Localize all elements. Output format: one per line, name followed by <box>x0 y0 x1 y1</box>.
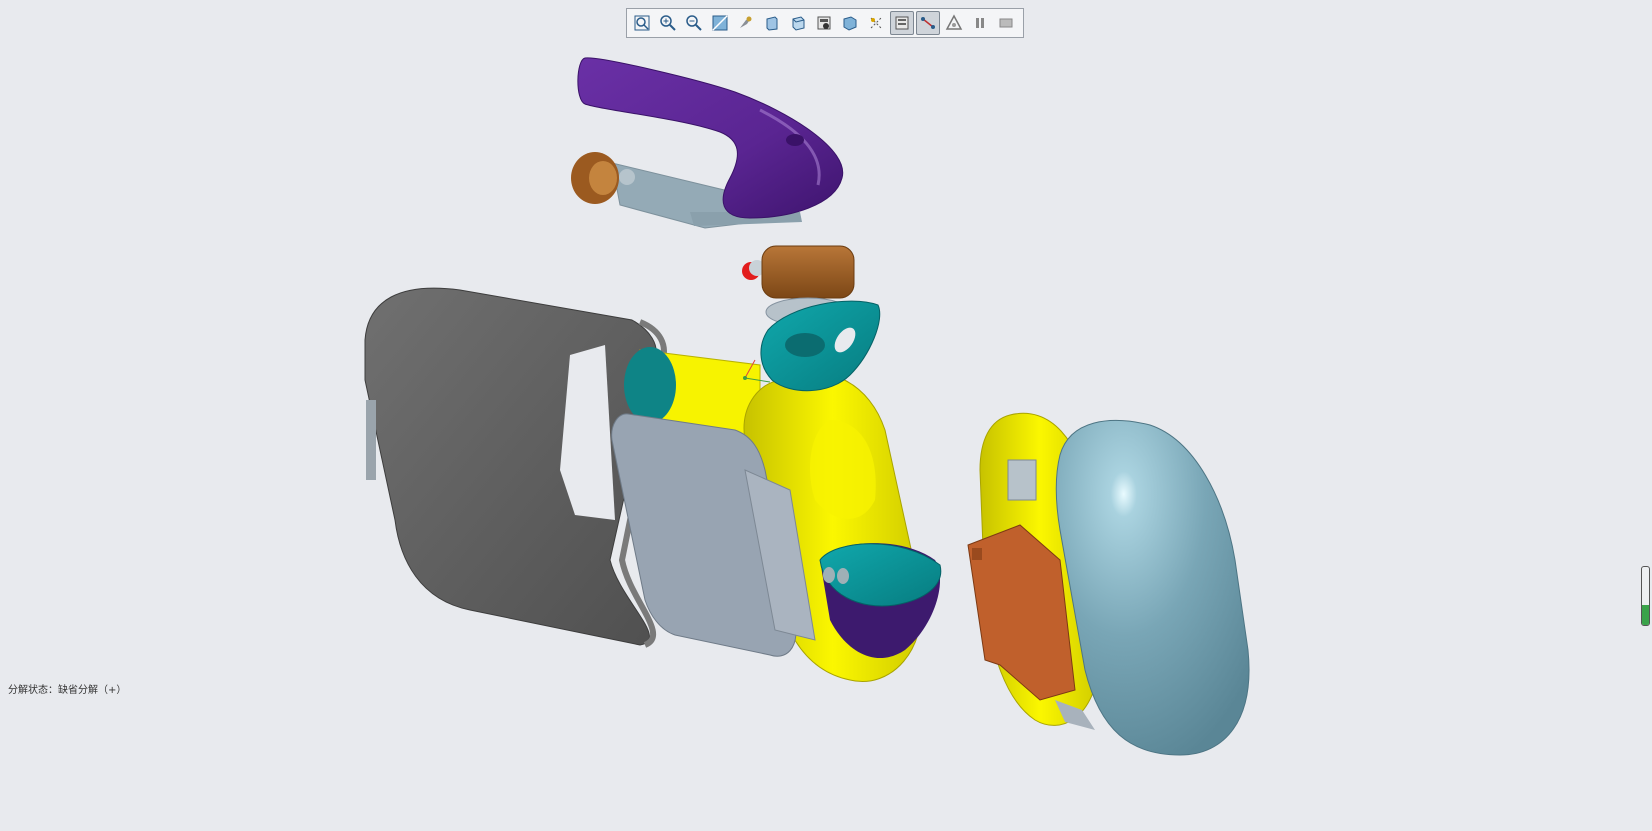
side-level-indicator[interactable] <box>1641 566 1650 626</box>
view-manager-icon <box>817 16 831 30</box>
view-toolbar <box>626 8 1024 38</box>
zoom-out-icon <box>686 15 702 31</box>
view-normal-icon <box>712 15 728 31</box>
saved-views-icon <box>766 16 778 31</box>
zoom-in-icon <box>660 15 676 31</box>
perspective-view-button[interactable] <box>838 11 862 35</box>
pause-button[interactable] <box>968 11 992 35</box>
zoom-to-fit-icon <box>634 15 650 31</box>
part-handle-assembly[interactable] <box>571 57 844 229</box>
zoom-out-button[interactable] <box>682 11 706 35</box>
pause-icon <box>976 18 984 28</box>
explode-state-label: 分解状态：缺省分解（+） <box>8 685 127 696</box>
display-style-button[interactable] <box>786 11 810 35</box>
explode-view-button[interactable] <box>890 11 914 35</box>
view-normal-button[interactable] <box>708 11 732 35</box>
display-style-icon <box>792 16 805 31</box>
annotation-display-icon <box>945 14 963 30</box>
explode-lines-icon <box>921 17 935 29</box>
datum-display-icon <box>870 17 882 29</box>
saved-views-button[interactable] <box>760 11 784 35</box>
view-manager-button[interactable] <box>812 11 836 35</box>
repaint-icon <box>999 18 1013 28</box>
repaint-button[interactable] <box>994 11 1018 35</box>
explode-lines-button[interactable] <box>916 11 940 35</box>
side-level-fill <box>1642 604 1649 625</box>
explode-view-icon <box>895 16 909 30</box>
annotation-display-button[interactable] <box>942 11 966 35</box>
reorient-button[interactable] <box>734 11 758 35</box>
reorient-icon <box>740 16 752 28</box>
zoom-to-fit-button[interactable] <box>630 11 654 35</box>
zoom-in-button[interactable] <box>656 11 680 35</box>
datum-display-button[interactable] <box>864 11 888 35</box>
model-viewport[interactable] <box>0 0 1652 831</box>
perspective-view-icon <box>843 16 857 31</box>
